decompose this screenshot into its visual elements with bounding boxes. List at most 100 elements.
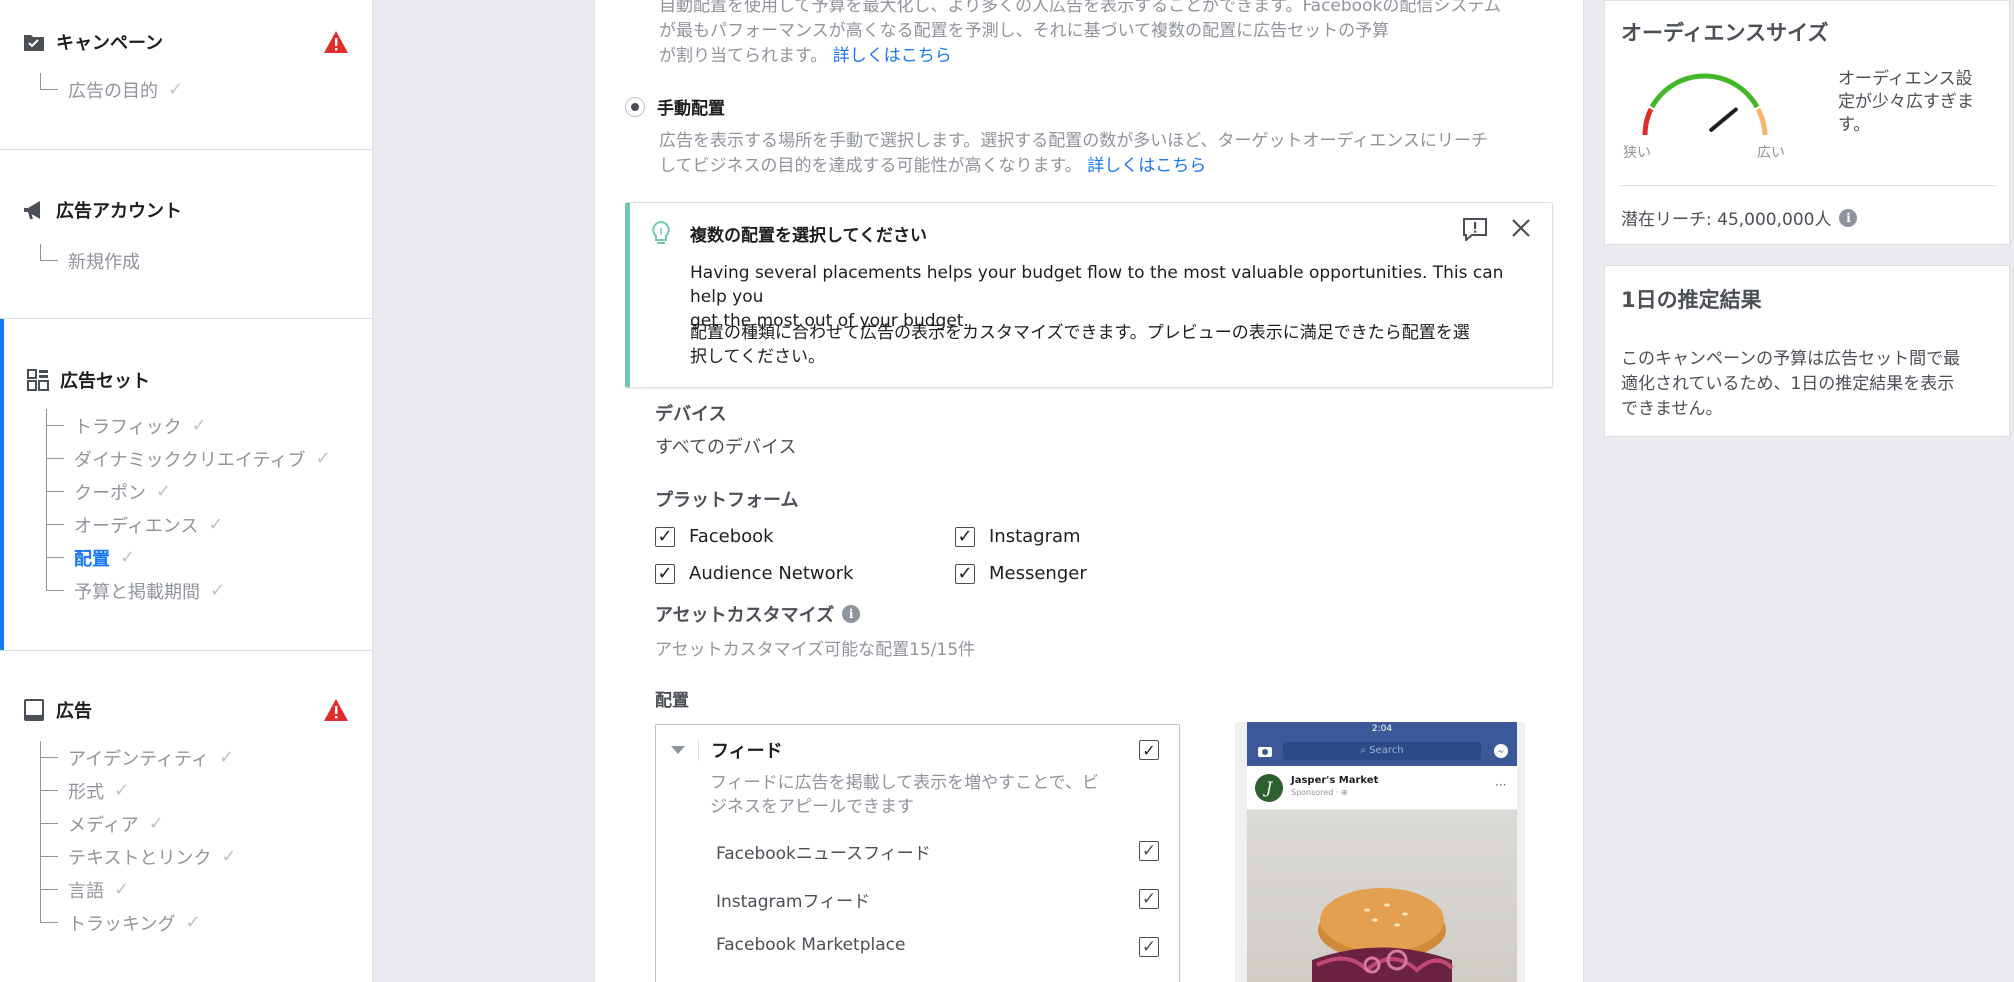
- devices-select[interactable]: すべてのデバイス: [655, 433, 796, 459]
- tree-branch: [38, 409, 64, 442]
- manual-placement-radio[interactable]: [625, 96, 645, 117]
- platform-audience-network[interactable]: ✓ Audience Network: [655, 563, 853, 584]
- daily-line: できません。: [1621, 399, 1723, 419]
- checkbox-checked-icon[interactable]: ✓: [1139, 937, 1159, 957]
- checkbox-checked-icon[interactable]: ✓: [655, 563, 675, 584]
- burger-illustration: [1312, 888, 1454, 982]
- placement-label: Instagramフィード: [716, 892, 871, 912]
- preview-search-bar: ⌕ Search: [1283, 742, 1481, 760]
- left-navigation: キャンペーン 広告の目的 ✓ 広告アカウント 新規作成 広告セット トラフィック…: [0, 0, 373, 982]
- check-icon: ✓: [168, 79, 184, 100]
- placement-label: Facebookニュースフィード: [716, 844, 931, 864]
- checkbox-checked-icon[interactable]: ✓: [955, 563, 975, 584]
- phone-screen: 2:04 ⌕ Search J Jasper's Market Sponsore…: [1247, 722, 1517, 982]
- nav-ad-header[interactable]: 広告: [22, 697, 92, 723]
- camera-icon: [1258, 747, 1272, 757]
- feed-description: フィードに広告を掲載して表示を増やすことで、ビ ジネスをアピールできます: [710, 771, 1099, 819]
- potential-reach-text: 潜在リーチ: 45,000,000人: [1621, 210, 1832, 230]
- nav-item-objective[interactable]: 広告の目的 ✓: [32, 73, 183, 106]
- nav-item-identity[interactable]: アイデンティティ ✓: [32, 741, 234, 774]
- nav-item-label: オーディエンス: [74, 515, 199, 537]
- nav-campaign-header[interactable]: キャンペーン: [22, 29, 163, 55]
- preview-search-text: Search: [1369, 745, 1404, 756]
- nav-ad-account-title: 広告アカウント: [56, 201, 182, 222]
- nav-item-coupon[interactable]: クーポン ✓: [38, 475, 171, 508]
- audience-size-card: オーディエンスサイズ 狭い 広い オーディエンス設 定が少々広すぎま す。 潜在…: [1604, 0, 2010, 245]
- nav-item-traffic[interactable]: トラフィック ✓: [38, 409, 207, 442]
- placement-list: フィード ✓ フィードに広告を掲載して表示を増やすことで、ビ ジネスをアピールで…: [655, 724, 1180, 982]
- message-line: 定が少々広すぎま: [1838, 92, 1974, 112]
- nav-item-text-links[interactable]: テキストとリンク ✓: [32, 840, 237, 873]
- nav-item-label: 形式: [68, 781, 104, 803]
- tree-branch: [38, 541, 64, 574]
- gauge-label-narrow: 狭い: [1623, 145, 1651, 161]
- check-icon: ✓: [185, 912, 201, 933]
- nav-item-label: 言語: [68, 880, 104, 902]
- asset-customization-label: アセットカスタマイズ i: [655, 601, 861, 627]
- nav-item-budget-schedule[interactable]: 予算と掲載期間 ✓: [38, 574, 225, 607]
- tree-branch: [32, 906, 58, 939]
- info-icon[interactable]: i: [1839, 208, 1858, 227]
- platform-instagram[interactable]: ✓ Instagram: [955, 526, 1081, 547]
- tree-branch: [38, 442, 64, 475]
- auto-text-line: が割り当てられます。 詳しくはこちら: [659, 46, 952, 66]
- placement-facebook-marketplace[interactable]: Facebook Marketplace ✓: [716, 935, 1226, 957]
- manual-text-line: 広告を表示する場所を手動で選択します。選択する配置の数が多いほど、ターゲットオー…: [659, 131, 1488, 151]
- status-time: 2:04: [1371, 724, 1393, 734]
- check-icon: ✓: [114, 780, 130, 801]
- more-icon: ···: [1495, 778, 1507, 792]
- checkbox-checked-icon[interactable]: ✓: [955, 526, 975, 547]
- placement-instagram-feed[interactable]: Instagramフィード ✓: [716, 887, 1226, 912]
- nav-item-language[interactable]: 言語 ✓: [32, 873, 129, 906]
- nav-item-new[interactable]: 新規作成: [32, 244, 140, 277]
- learn-more-link[interactable]: 詳しくはこちら: [833, 46, 952, 66]
- tip-box: 複数の配置を選択してください Having several placements…: [625, 202, 1553, 388]
- platform-label: Instagram: [989, 526, 1081, 547]
- nav-item-label: ダイナミッククリエイティブ: [74, 449, 306, 471]
- nav-item-tracking[interactable]: トラッキング ✓: [32, 906, 201, 939]
- nav-item-audience[interactable]: オーディエンス ✓: [38, 508, 223, 541]
- nav-item-label: クーポン: [74, 482, 146, 504]
- info-icon[interactable]: i: [842, 605, 861, 623]
- feed-group-header[interactable]: フィード: [670, 737, 783, 763]
- nav-item-label: メディア: [68, 814, 139, 836]
- manual-placement-option[interactable]: 手動配置: [625, 94, 725, 119]
- feedback-icon[interactable]: [1462, 217, 1488, 241]
- checkbox-checked-icon[interactable]: ✓: [1139, 841, 1159, 861]
- placement-facebook-news-feed[interactable]: Facebookニュースフィード ✓: [716, 839, 1226, 864]
- feed-title: フィード: [711, 741, 783, 762]
- check-icon: ✓: [208, 514, 224, 535]
- tree-branch: [32, 873, 58, 906]
- daily-line: 適化されているため、1日の推定結果を表示: [1621, 374, 1955, 394]
- check-icon: ✓: [221, 846, 237, 867]
- check-icon: ✓: [120, 547, 136, 568]
- nav-item-label: トラフィック: [74, 416, 182, 438]
- nav-item-placements[interactable]: 配置 ✓: [38, 541, 135, 574]
- caret-down-icon[interactable]: [670, 745, 686, 755]
- nav-item-format[interactable]: 形式 ✓: [32, 774, 129, 807]
- auto-text-line: 自動配置を使用して予算を最大化し、より多くの人広告を表示することができます。Fa…: [659, 0, 1501, 16]
- placements-label: 配置: [655, 691, 689, 711]
- nav-item-media[interactable]: メディア ✓: [32, 807, 164, 840]
- tip-title: 複数の配置を選択してください: [690, 226, 927, 246]
- check-icon: ✓: [191, 415, 207, 436]
- audience-size-title: オーディエンスサイズ: [1621, 21, 1829, 45]
- lightbulb-icon: [652, 220, 670, 244]
- nav-item-label: 広告の目的: [68, 80, 158, 102]
- nav-item-dynamic-creative[interactable]: ダイナミッククリエイティブ ✓: [38, 442, 331, 475]
- platform-facebook[interactable]: ✓ Facebook: [655, 526, 774, 547]
- megaphone-icon: [22, 198, 46, 222]
- checkbox-checked-icon[interactable]: ✓: [1139, 889, 1159, 909]
- close-icon[interactable]: [1510, 217, 1532, 239]
- nav-ad-set-header[interactable]: 広告セット: [26, 367, 150, 393]
- learn-more-link[interactable]: 詳しくはこちら: [1087, 156, 1206, 176]
- feed-group-checkbox[interactable]: ✓: [1139, 740, 1159, 760]
- platform-messenger[interactable]: ✓ Messenger: [955, 563, 1087, 584]
- sponsored-label: Sponsored · ⊕: [1291, 788, 1348, 797]
- nav-item-label: アイデンティティ: [68, 748, 209, 770]
- ad-icon: [22, 698, 46, 722]
- checkbox-checked-icon[interactable]: ✓: [655, 526, 675, 547]
- ad-preview: 2:04 ⌕ Search J Jasper's Market Sponsore…: [1235, 722, 1525, 982]
- nav-section-ad-set: 広告セット トラフィック ✓ ダイナミッククリエイティブ ✓ クーポン ✓ オー…: [0, 319, 373, 651]
- nav-ad-account-header[interactable]: 広告アカウント: [22, 197, 182, 223]
